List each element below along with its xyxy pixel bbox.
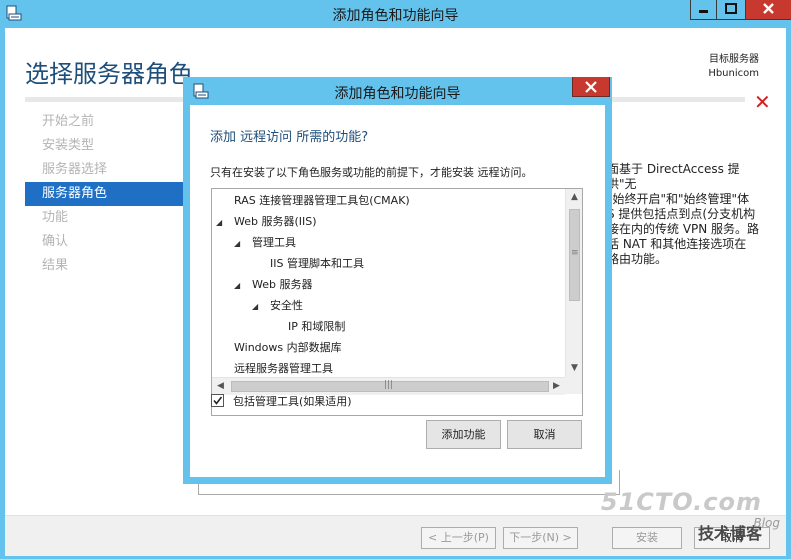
- checkmark-icon: [213, 396, 223, 405]
- previous-button[interactable]: < 上一步(P): [421, 527, 496, 549]
- watermark: 51CTO.com 技术博客 Blog: [601, 488, 780, 548]
- window-frame-left: [0, 28, 5, 559]
- description-line: "始终开启"和"始终管理"体: [607, 192, 750, 206]
- dialog-subtitle: 只有在安装了以下角色服务或功能的前提下，才能安装 远程访问。: [210, 166, 533, 179]
- dialog-title: 添加角色和功能向导: [334, 86, 461, 102]
- include-tools-checkbox[interactable]: [211, 394, 224, 407]
- scroll-right-icon[interactable]: ▶: [548, 378, 565, 395]
- include-tools-label[interactable]: 包括管理工具(如果适用): [233, 393, 352, 409]
- description-line: 路由功能。: [607, 252, 668, 266]
- vertical-scroll-thumb[interactable]: ≡: [569, 209, 580, 301]
- minimize-icon: [699, 10, 708, 13]
- required-features-tree[interactable]: RAS 连接管理器管理工具包(CMAK) ◢ Web 服务器(IIS) ◢ 管理…: [211, 188, 583, 416]
- description-line: 面基于 DirectAccess 提供"无: [607, 162, 740, 191]
- dialog-heading: 添加 远程访问 所需的功能?: [210, 130, 369, 145]
- window-title: 添加角色和功能向导: [332, 8, 459, 24]
- nav-item-server-selection[interactable]: 服务器选择: [25, 158, 183, 182]
- page-title: 选择服务器角色: [25, 60, 193, 88]
- window-frame-right: [786, 28, 791, 559]
- expand-triangle-icon[interactable]: ◢: [252, 302, 258, 311]
- tree-item[interactable]: Web 服务器: [252, 276, 312, 294]
- wizard-nav: 开始之前 安装类型 服务器选择 服务器角色 功能 确认 结果: [25, 110, 183, 278]
- horizontal-scroll-thumb[interactable]: |||: [231, 380, 549, 392]
- tree-item[interactable]: IP 和域限制: [288, 318, 345, 336]
- tree-item[interactable]: Web 服务器(IIS): [234, 213, 317, 231]
- next-button[interactable]: 下一步(N) >: [503, 527, 578, 549]
- nav-item-server-roles[interactable]: 服务器角色: [25, 182, 183, 206]
- tree-item[interactable]: Windows 内部数据库: [234, 339, 342, 357]
- description-line: 括 NAT 和其他连接选项在: [607, 237, 747, 251]
- watermark-brand: 51CTO.com: [600, 488, 762, 516]
- grip-icon: ≡: [571, 248, 579, 258]
- add-features-dialog: 添加角色和功能向导 添加 远程访问 所需的功能? 只有在安装了以下角色服务或功能…: [183, 77, 612, 484]
- nav-item-installation-type[interactable]: 安装类型: [25, 134, 183, 158]
- expand-triangle-icon[interactable]: ◢: [234, 281, 240, 290]
- add-features-button[interactable]: 添加功能: [426, 420, 501, 449]
- maximize-icon: [725, 3, 737, 14]
- tree-item[interactable]: RAS 连接管理器管理工具包(CMAK): [234, 192, 410, 210]
- dialog-body: 添加 远程访问 所需的功能? 只有在安装了以下角色服务或功能的前提下，才能安装 …: [190, 105, 605, 477]
- error-x-icon[interactable]: ✕: [754, 90, 771, 114]
- tree-item[interactable]: 远程服务器管理工具: [234, 360, 333, 378]
- close-icon: [585, 81, 597, 93]
- tree-item[interactable]: IIS 管理脚本和工具: [270, 255, 364, 273]
- nav-item-confirmation[interactable]: 确认: [25, 230, 183, 254]
- watermark-blog: Blog: [753, 516, 780, 530]
- vertical-scrollbar[interactable]: ▲ ≡ ▼: [565, 189, 582, 377]
- window-close-button[interactable]: [745, 0, 791, 20]
- tree-item[interactable]: 安全性: [270, 297, 303, 315]
- expand-triangle-icon[interactable]: ◢: [234, 239, 240, 248]
- scroll-left-icon[interactable]: ◀: [212, 378, 229, 395]
- expand-triangle-icon[interactable]: ◢: [216, 218, 222, 227]
- destination-server-name: Hbunicom: [708, 68, 759, 79]
- scrollbar-corner: [565, 377, 582, 394]
- window-title-bar: 添加角色和功能向导: [0, 0, 791, 28]
- scroll-up-icon[interactable]: ▲: [566, 189, 582, 206]
- destination-server-label: 目标服务器: [709, 54, 759, 65]
- minimize-button[interactable]: [690, 0, 717, 20]
- watermark-slogan: 技术博客: [697, 524, 762, 543]
- tree-item[interactable]: 管理工具: [252, 234, 296, 252]
- role-description: 面基于 DirectAccess 提供"无 "始终开启"和"始终管理"体 S 提…: [607, 162, 767, 267]
- dialog-close-button[interactable]: [572, 77, 610, 97]
- maximize-button[interactable]: [716, 0, 746, 20]
- dialog-cancel-button[interactable]: 取消: [507, 420, 582, 449]
- close-icon: [763, 3, 774, 14]
- grip-icon: |||: [384, 380, 394, 390]
- nav-item-results[interactable]: 结果: [25, 254, 183, 278]
- description-line: S 提供包括点到点(分支机构: [607, 207, 756, 221]
- destination-server: 目标服务器 Hbunicom: [708, 53, 759, 81]
- scroll-down-icon[interactable]: ▼: [566, 360, 582, 377]
- nav-item-features[interactable]: 功能: [25, 206, 183, 230]
- nav-item-before-you-begin[interactable]: 开始之前: [25, 110, 183, 134]
- description-line: 接在内的传统 VPN 服务。路: [607, 222, 760, 236]
